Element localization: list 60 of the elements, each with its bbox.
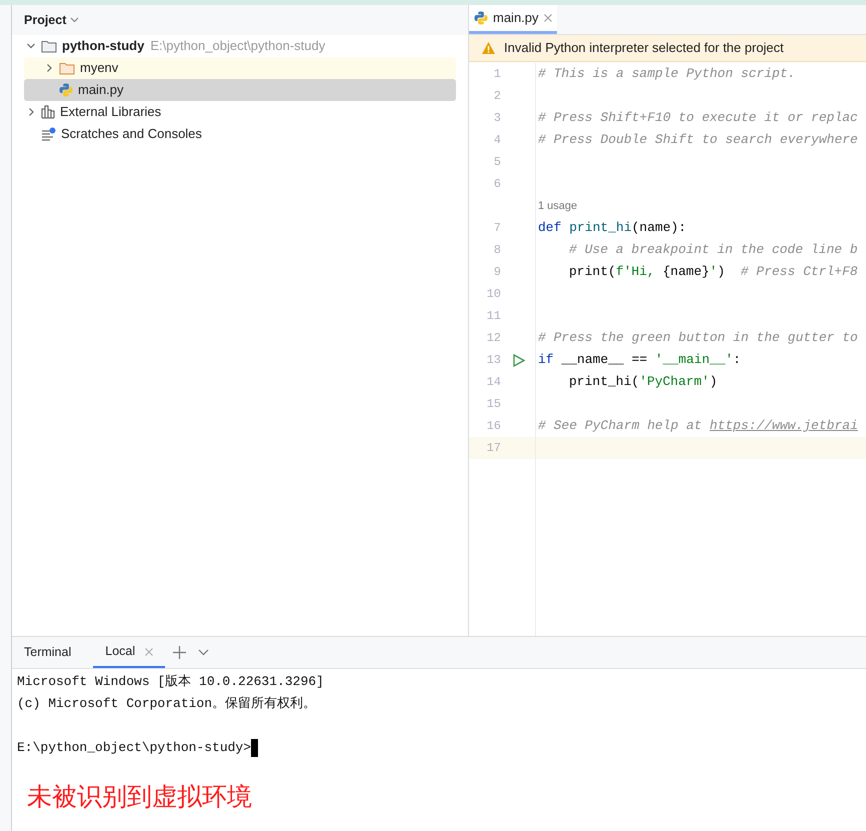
code-line: print(f'Hi, {name}') # Press Ctrl+F8 [568,263,858,282]
tree-item[interactable]: python-study E:\python_object\python-study [24,35,456,57]
folder-icon [59,61,75,75]
code-line: # This is a sample Python script. [537,65,796,84]
code-line: def print_hi(name): [537,219,686,238]
scratches-icon [41,127,56,141]
path-text: E:\python_object\python-study [150,37,326,56]
tree-item[interactable]: External Libraries [24,101,456,123]
annotation-text: 未被识别到虚拟环境 [27,782,253,813]
code-line: if __name__ == '__main__': [537,351,741,370]
folder-icon [41,39,57,53]
line-number: 9 [492,264,501,281]
line-number: 6 [492,176,501,193]
line-number: 16 [486,418,501,435]
line-number: 15 [486,396,501,413]
chevron-down-icon[interactable] [70,17,80,23]
run-icon[interactable] [513,354,525,366]
tree-item[interactable]: Scratches and Consoles [24,123,456,145]
line-number: 5 [492,154,501,171]
code-line: # Press the green button in the gutter to [537,329,858,348]
code-line: # Press Double Shift to search everywhere [537,131,858,150]
line-number: 7 [492,220,501,237]
tree-item[interactable]: myenv [24,57,456,79]
close-icon[interactable] [544,14,552,22]
editor-tab[interactable]: main.py [469,5,557,34]
line-number: 4 [492,132,501,149]
tree-item[interactable]: main.py [24,79,456,101]
python-icon [59,83,73,97]
terminal-line: Microsoft Windows [版本 10.0.22631.3296] [17,673,324,692]
line-number: 8 [492,242,501,259]
close-icon[interactable] [145,648,154,656]
terminal-tab[interactable]: Local [93,637,166,668]
chevron-right-icon[interactable] [44,63,54,73]
line-number: 11 [486,308,501,325]
line-number: 3 [492,110,501,127]
line-number: 17 [486,440,501,457]
line-number: 13 [486,352,501,369]
code-line: print_hi('PyCharm') [568,373,718,392]
panel-title[interactable]: Project [24,10,66,30]
line-number: 14 [486,374,501,391]
line-number: 1 [492,66,501,83]
plus-icon[interactable] [173,646,186,659]
chevron-down-icon[interactable] [198,649,210,656]
line-number: 10 [486,286,501,303]
text-cursor [251,739,258,757]
warning-text: Invalid Python interpreter selected for the project [504,39,784,58]
usage-hint[interactable]: 1 usage [536,198,578,214]
chevron-down-icon[interactable] [26,41,36,51]
library-icon [41,105,55,119]
python-icon [474,11,488,25]
line-number: 2 [492,88,501,105]
terminal-title: Terminal [24,644,72,662]
code-line: # Use a breakpoint in the code line b [568,241,858,260]
terminal-prompt: E:\python_object\python-study> [17,739,252,758]
code-line: # See PyCharm help at https://www.jetbrai [537,417,858,436]
code-line: # Press Shift+F10 to execute it or replac [537,109,858,128]
warning-icon [481,41,496,55]
line-number: 12 [486,330,501,347]
chevron-right-icon[interactable] [26,107,36,117]
terminal-line: (c) Microsoft Corporation。保留所有权利。 [17,695,316,714]
